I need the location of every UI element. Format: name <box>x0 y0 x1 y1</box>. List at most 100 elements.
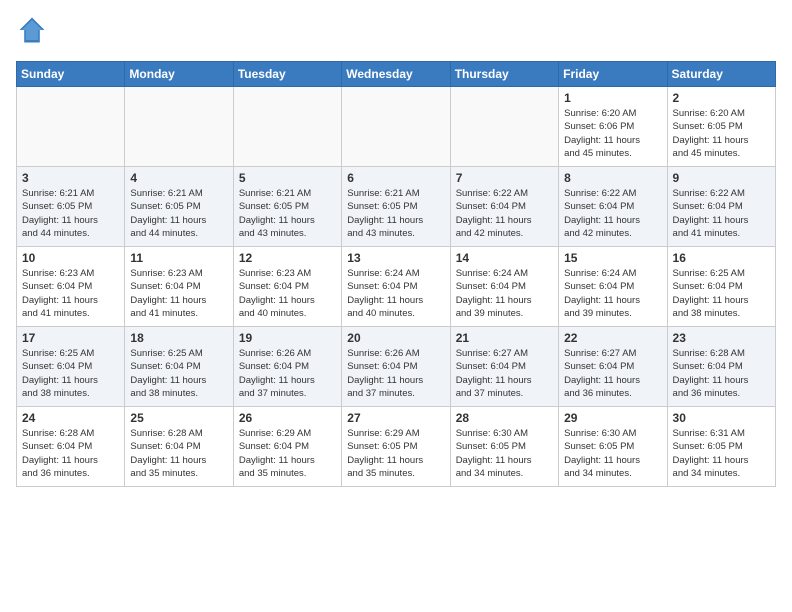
day-info: Sunrise: 6:21 AM Sunset: 6:05 PM Dayligh… <box>239 187 336 240</box>
day-number: 17 <box>22 331 119 345</box>
day-number: 13 <box>347 251 444 265</box>
weekday-header-sunday: Sunday <box>17 62 125 87</box>
calendar-day-cell: 13 Sunrise: 6:24 AM Sunset: 6:04 PM Dayli… <box>342 247 450 327</box>
day-info: Sunrise: 6:28 AM Sunset: 6:04 PM Dayligh… <box>130 427 227 480</box>
day-number: 18 <box>130 331 227 345</box>
day-info: Sunrise: 6:25 AM Sunset: 6:04 PM Dayligh… <box>22 347 119 400</box>
day-number: 10 <box>22 251 119 265</box>
calendar-day-cell: 12 Sunrise: 6:23 AM Sunset: 6:04 PM Dayli… <box>233 247 341 327</box>
day-info: Sunrise: 6:21 AM Sunset: 6:05 PM Dayligh… <box>347 187 444 240</box>
calendar-day-cell: 26 Sunrise: 6:29 AM Sunset: 6:04 PM Dayli… <box>233 407 341 487</box>
day-number: 5 <box>239 171 336 185</box>
calendar-day-cell <box>233 87 341 167</box>
day-info: Sunrise: 6:26 AM Sunset: 6:04 PM Dayligh… <box>347 347 444 400</box>
calendar-week-row: 10 Sunrise: 6:23 AM Sunset: 6:04 PM Dayli… <box>17 247 776 327</box>
calendar-day-cell: 24 Sunrise: 6:28 AM Sunset: 6:04 PM Dayli… <box>17 407 125 487</box>
calendar-day-cell <box>17 87 125 167</box>
day-info: Sunrise: 6:23 AM Sunset: 6:04 PM Dayligh… <box>130 267 227 320</box>
day-number: 12 <box>239 251 336 265</box>
calendar-day-cell: 8 Sunrise: 6:22 AM Sunset: 6:04 PM Daylig… <box>559 167 667 247</box>
calendar-day-cell: 22Sunrise: 6:27 AM Sunset: 6:04 PM Dayli… <box>559 327 667 407</box>
day-info: Sunrise: 6:27 AM Sunset: 6:04 PM Dayligh… <box>456 347 553 400</box>
day-info: Sunrise: 6:29 AM Sunset: 6:05 PM Dayligh… <box>347 427 444 480</box>
calendar-day-cell: 16 Sunrise: 6:25 AM Sunset: 6:04 PM Dayli… <box>667 247 775 327</box>
weekday-header-monday: Monday <box>125 62 233 87</box>
day-info: Sunrise: 6:20 AM Sunset: 6:05 PM Dayligh… <box>673 107 770 160</box>
calendar-day-cell: 15 Sunrise: 6:24 AM Sunset: 6:04 PM Dayli… <box>559 247 667 327</box>
calendar-week-row: 3 Sunrise: 6:21 AM Sunset: 6:05 PM Daylig… <box>17 167 776 247</box>
calendar-day-cell: 19 Sunrise: 6:26 AM Sunset: 6:04 PM Dayli… <box>233 327 341 407</box>
day-number: 6 <box>347 171 444 185</box>
calendar-day-cell: 9 Sunrise: 6:22 AM Sunset: 6:04 PM Daylig… <box>667 167 775 247</box>
calendar-day-cell: 6 Sunrise: 6:21 AM Sunset: 6:05 PM Daylig… <box>342 167 450 247</box>
logo-icon <box>18 16 46 44</box>
day-info: Sunrise: 6:21 AM Sunset: 6:05 PM Dayligh… <box>130 187 227 240</box>
day-number: 11 <box>130 251 227 265</box>
calendar-day-cell: 28 Sunrise: 6:30 AM Sunset: 6:05 PM Dayli… <box>450 407 558 487</box>
calendar-day-cell: 11 Sunrise: 6:23 AM Sunset: 6:04 PM Dayli… <box>125 247 233 327</box>
day-number: 7 <box>456 171 553 185</box>
day-number: 4 <box>130 171 227 185</box>
weekday-header-wednesday: Wednesday <box>342 62 450 87</box>
day-info: Sunrise: 6:24 AM Sunset: 6:04 PM Dayligh… <box>347 267 444 320</box>
calendar-day-cell: 18 Sunrise: 6:25 AM Sunset: 6:04 PM Dayli… <box>125 327 233 407</box>
calendar-table: SundayMondayTuesdayWednesdayThursdayFrid… <box>16 61 776 487</box>
day-info: Sunrise: 6:21 AM Sunset: 6:05 PM Dayligh… <box>22 187 119 240</box>
day-info: Sunrise: 6:24 AM Sunset: 6:04 PM Dayligh… <box>456 267 553 320</box>
day-number: 23 <box>673 331 770 345</box>
day-info: Sunrise: 6:24 AM Sunset: 6:04 PM Dayligh… <box>564 267 661 320</box>
day-info: Sunrise: 6:26 AM Sunset: 6:04 PM Dayligh… <box>239 347 336 400</box>
day-info: Sunrise: 6:28 AM Sunset: 6:04 PM Dayligh… <box>22 427 119 480</box>
day-number: 26 <box>239 411 336 425</box>
day-info: Sunrise: 6:28 AM Sunset: 6:04 PM Dayligh… <box>673 347 770 400</box>
day-info: Sunrise: 6:31 AM Sunset: 6:05 PM Dayligh… <box>673 427 770 480</box>
day-number: 20 <box>347 331 444 345</box>
day-number: 16 <box>673 251 770 265</box>
day-number: 24 <box>22 411 119 425</box>
day-info: Sunrise: 6:22 AM Sunset: 6:04 PM Dayligh… <box>673 187 770 240</box>
calendar-header-row: SundayMondayTuesdayWednesdayThursdayFrid… <box>17 62 776 87</box>
day-number: 19 <box>239 331 336 345</box>
calendar-day-cell: 17 Sunrise: 6:25 AM Sunset: 6:04 PM Dayli… <box>17 327 125 407</box>
calendar-day-cell: 14 Sunrise: 6:24 AM Sunset: 6:04 PM Dayli… <box>450 247 558 327</box>
weekday-header-tuesday: Tuesday <box>233 62 341 87</box>
day-number: 28 <box>456 411 553 425</box>
calendar-day-cell <box>342 87 450 167</box>
weekday-header-thursday: Thursday <box>450 62 558 87</box>
day-info: Sunrise: 6:22 AM Sunset: 6:04 PM Dayligh… <box>564 187 661 240</box>
calendar-day-cell: 10 Sunrise: 6:23 AM Sunset: 6:04 PM Dayli… <box>17 247 125 327</box>
weekday-header-saturday: Saturday <box>667 62 775 87</box>
calendar-day-cell: 4 Sunrise: 6:21 AM Sunset: 6:05 PM Daylig… <box>125 167 233 247</box>
day-number: 21 <box>456 331 553 345</box>
calendar-week-row: 1Sunrise: 6:20 AM Sunset: 6:06 PM Daylig… <box>17 87 776 167</box>
day-number: 9 <box>673 171 770 185</box>
day-info: Sunrise: 6:20 AM Sunset: 6:06 PM Dayligh… <box>564 107 661 160</box>
page-header <box>16 16 776 49</box>
calendar-day-cell: 27 Sunrise: 6:29 AM Sunset: 6:05 PM Dayli… <box>342 407 450 487</box>
calendar-day-cell: 23 Sunrise: 6:28 AM Sunset: 6:04 PM Dayli… <box>667 327 775 407</box>
day-number: 14 <box>456 251 553 265</box>
day-info: Sunrise: 6:22 AM Sunset: 6:04 PM Dayligh… <box>456 187 553 240</box>
day-info: Sunrise: 6:23 AM Sunset: 6:04 PM Dayligh… <box>22 267 119 320</box>
day-number: 22 <box>564 331 661 345</box>
day-number: 3 <box>22 171 119 185</box>
day-number: 30 <box>673 411 770 425</box>
logo <box>16 16 46 49</box>
day-info: Sunrise: 6:30 AM Sunset: 6:05 PM Dayligh… <box>456 427 553 480</box>
day-info: Sunrise: 6:25 AM Sunset: 6:04 PM Dayligh… <box>673 267 770 320</box>
day-number: 2 <box>673 91 770 105</box>
calendar-day-cell: 20 Sunrise: 6:26 AM Sunset: 6:04 PM Dayli… <box>342 327 450 407</box>
day-info: Sunrise: 6:29 AM Sunset: 6:04 PM Dayligh… <box>239 427 336 480</box>
day-number: 27 <box>347 411 444 425</box>
calendar-day-cell <box>450 87 558 167</box>
day-number: 29 <box>564 411 661 425</box>
day-info: Sunrise: 6:23 AM Sunset: 6:04 PM Dayligh… <box>239 267 336 320</box>
day-number: 15 <box>564 251 661 265</box>
calendar-day-cell: 1Sunrise: 6:20 AM Sunset: 6:06 PM Daylig… <box>559 87 667 167</box>
calendar-day-cell: 25 Sunrise: 6:28 AM Sunset: 6:04 PM Dayli… <box>125 407 233 487</box>
calendar-day-cell: 2 Sunrise: 6:20 AM Sunset: 6:05 PM Daylig… <box>667 87 775 167</box>
calendar-day-cell <box>125 87 233 167</box>
day-number: 8 <box>564 171 661 185</box>
day-info: Sunrise: 6:25 AM Sunset: 6:04 PM Dayligh… <box>130 347 227 400</box>
day-number: 25 <box>130 411 227 425</box>
